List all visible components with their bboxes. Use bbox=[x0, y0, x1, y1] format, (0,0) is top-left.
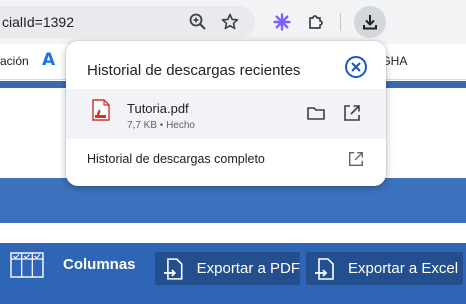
pdf-file-icon bbox=[92, 99, 110, 121]
page-gap bbox=[0, 223, 466, 243]
download-file-meta: 7,7 KB • Hecho bbox=[127, 120, 195, 131]
downloads-button[interactable] bbox=[354, 6, 386, 38]
export-excel-label: Exportar a Excel bbox=[348, 260, 459, 277]
downloads-popup: Historial de descargas recientes Tutoria… bbox=[66, 41, 386, 186]
export-file-icon bbox=[315, 257, 334, 280]
download-icon bbox=[363, 15, 377, 30]
browser-toolbar: cialId=1392 bbox=[0, 0, 466, 44]
export-pdf-button[interactable]: Exportar a PDF bbox=[155, 252, 300, 285]
bookmark-star-icon[interactable] bbox=[216, 8, 244, 36]
download-item[interactable]: Tutoria.pdf 7,7 KB • Hecho bbox=[66, 89, 386, 139]
url-text[interactable]: cialId=1392 bbox=[2, 14, 74, 30]
columns-grid-icon[interactable] bbox=[10, 252, 44, 278]
full-download-history-link[interactable]: Historial de descargas completo bbox=[87, 152, 265, 166]
bookmark-item[interactable]: ación bbox=[0, 54, 29, 68]
extension-asterisk-icon[interactable] bbox=[268, 8, 296, 36]
bookmark-a-logo-icon[interactable]: A bbox=[42, 50, 55, 70]
extensions-puzzle-icon[interactable] bbox=[302, 8, 330, 36]
toolbar-divider bbox=[340, 13, 341, 31]
open-external-icon[interactable] bbox=[342, 103, 362, 123]
close-icon[interactable] bbox=[344, 55, 368, 79]
export-excel-button[interactable]: Exportar a Excel bbox=[306, 252, 463, 285]
open-external-icon[interactable] bbox=[347, 150, 365, 168]
export-file-icon bbox=[163, 257, 183, 280]
columns-button-label[interactable]: Columnas bbox=[63, 256, 136, 273]
export-pdf-label: Exportar a PDF bbox=[196, 260, 300, 277]
zoom-icon[interactable] bbox=[184, 8, 212, 36]
download-file-name[interactable]: Tutoria.pdf bbox=[127, 101, 189, 116]
folder-icon[interactable] bbox=[306, 103, 326, 123]
popup-title: Historial de descargas recientes bbox=[87, 62, 301, 79]
